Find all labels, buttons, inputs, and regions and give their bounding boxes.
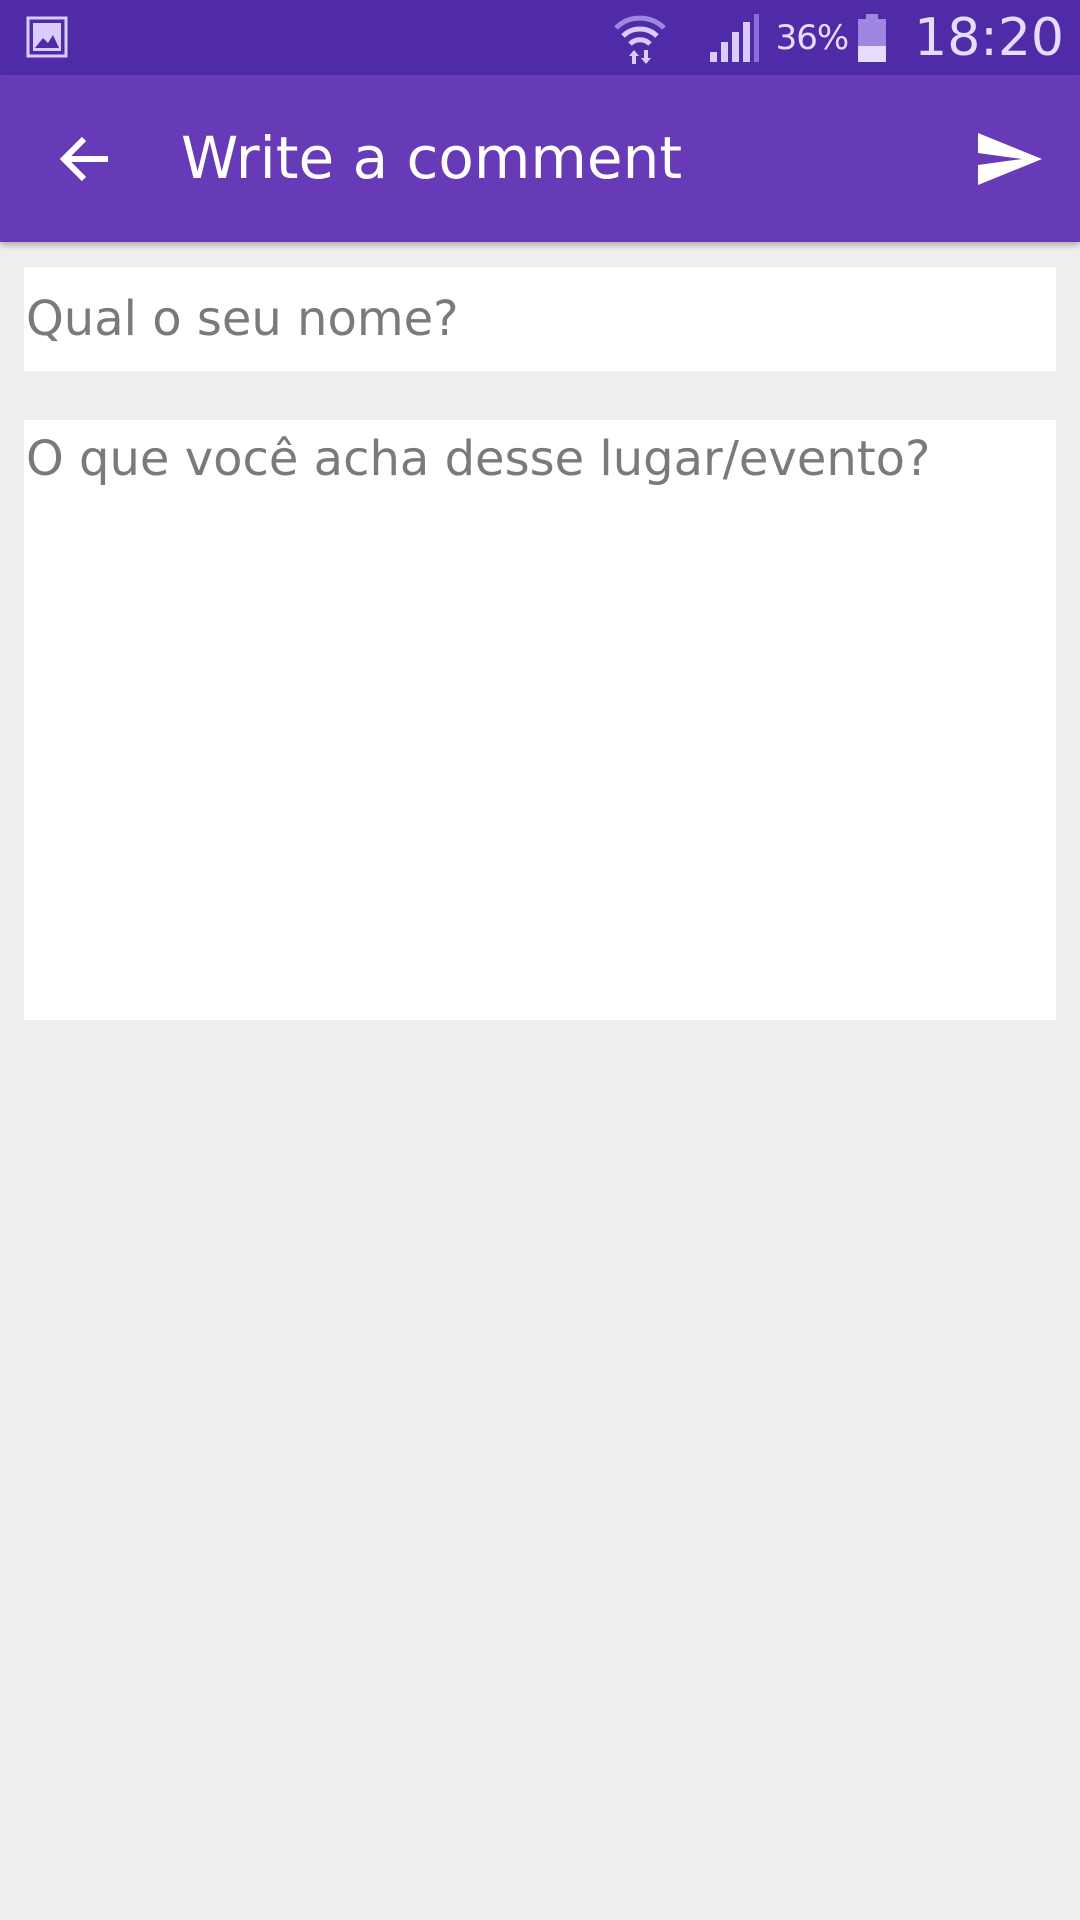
page-title: Write a comment [181, 124, 683, 192]
clock-time: 18:20 [914, 7, 1064, 68]
status-bar: 36% 18:20 [0, 0, 1080, 75]
battery-icon [858, 13, 887, 62]
cell-signal-icon [709, 13, 759, 62]
wifi-icon [613, 15, 666, 64]
arrow-back-icon [59, 136, 108, 182]
app-bar: Write a comment [0, 75, 1080, 242]
back-button[interactable] [42, 117, 126, 201]
send-button[interactable] [964, 113, 1056, 205]
name-input[interactable] [24, 267, 1056, 371]
comment-form [0, 242, 1080, 1920]
comment-textarea[interactable] [24, 420, 1056, 1020]
image-notification-icon [26, 16, 68, 58]
battery-percent: 36% [775, 17, 850, 58]
send-icon [978, 133, 1042, 185]
